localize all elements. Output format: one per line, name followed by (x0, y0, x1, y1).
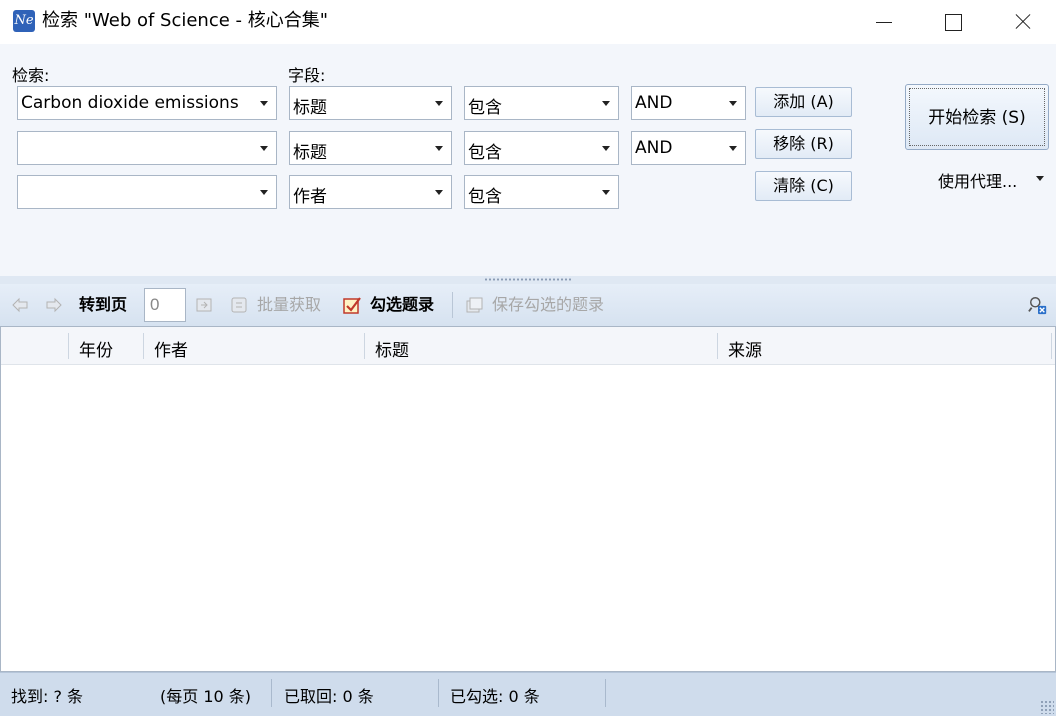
use-proxy-button[interactable]: 使用代理... (938, 168, 1017, 192)
per-page-count: (每页 10 条) (160, 687, 252, 706)
page-number-input[interactable] (144, 288, 186, 322)
column-year[interactable]: 年份 (79, 336, 113, 361)
field-value: 标题 (293, 98, 327, 118)
resize-grip-icon[interactable] (1040, 700, 1054, 714)
column-author[interactable]: 作者 (154, 336, 188, 361)
field-value: 作者 (293, 187, 327, 207)
toolbar-divider (452, 292, 453, 318)
window-title: 检索 "Web of Science - 核心合集" (42, 10, 329, 31)
field-label: 字段: (288, 66, 326, 85)
splitter-grip-icon[interactable] (484, 278, 572, 281)
start-search-button[interactable]: 开始检索 (S) (905, 84, 1049, 150)
operator-value: AND (635, 93, 673, 113)
status-bar: 找到: ? 条 (每页 10 条) 已取回: 0 条 已勾选: 0 条 (0, 672, 1056, 716)
search-label: 检索: (12, 66, 50, 85)
column-divider[interactable] (717, 333, 718, 359)
chevron-down-icon (602, 146, 610, 151)
chevron-down-icon (435, 101, 443, 106)
match-combo-3[interactable]: 包含 (464, 175, 619, 209)
column-divider[interactable] (1051, 333, 1052, 359)
field-combo-3[interactable]: 作者 (289, 175, 452, 209)
search-panel: 检索: 字段: Carbon dioxide emissions 标题 包含 A… (0, 44, 1056, 276)
search-term-combo-3[interactable] (17, 175, 277, 209)
column-source[interactable]: 来源 (728, 336, 762, 361)
next-page-icon[interactable] (44, 295, 64, 315)
grid-header: 年份 作者 标题 来源 (1, 327, 1055, 365)
batch-fetch-button[interactable]: 批量获取 (257, 294, 321, 316)
column-divider[interactable] (364, 333, 365, 359)
checkbox-checked-icon (343, 297, 361, 314)
match-combo-2[interactable]: 包含 (464, 131, 619, 165)
search-term-combo-1[interactable]: Carbon dioxide emissions (17, 86, 277, 120)
status-divider (605, 679, 606, 707)
field-value: 标题 (293, 143, 327, 163)
save-records-icon (466, 297, 483, 313)
start-search-label: 开始检索 (S) (909, 88, 1045, 146)
chevron-down-icon (260, 190, 268, 195)
column-divider[interactable] (68, 333, 69, 359)
goto-page-icon[interactable] (194, 295, 214, 315)
first-page-icon[interactable] (10, 295, 30, 315)
match-value: 包含 (468, 98, 502, 118)
chevron-down-icon (602, 190, 610, 195)
operator-value: AND (635, 138, 673, 158)
field-combo-2[interactable]: 标题 (289, 131, 452, 165)
retrieved-count: 已取回: 0 条 (284, 687, 374, 706)
search-term-value: Carbon dioxide emissions (21, 93, 239, 113)
check-records-button[interactable]: 勾选题录 (370, 294, 434, 316)
maximize-button[interactable] (917, 0, 987, 44)
goto-page-label: 转到页 (79, 295, 128, 314)
match-value: 包含 (468, 187, 502, 207)
match-value: 包含 (468, 143, 502, 163)
chevron-down-icon (260, 101, 268, 106)
chevron-down-icon (729, 146, 737, 151)
status-divider (438, 679, 439, 707)
clear-button[interactable]: 清除 (C) (755, 171, 852, 201)
save-checked-button[interactable]: 保存勾选的题录 (492, 294, 604, 316)
search-term-combo-2[interactable] (17, 131, 277, 165)
close-button[interactable] (986, 0, 1056, 44)
splitter[interactable] (0, 276, 1056, 284)
checked-count: 已勾选: 0 条 (450, 687, 540, 706)
app-icon: Ne (13, 10, 35, 32)
found-count: 找到: ? 条 (11, 687, 84, 706)
results-grid[interactable]: 年份 作者 标题 来源 (0, 326, 1056, 672)
column-title[interactable]: 标题 (375, 336, 409, 361)
remove-row-button[interactable]: 移除 (R) (755, 129, 852, 159)
match-combo-1[interactable]: 包含 (464, 86, 619, 120)
operator-combo-2[interactable]: AND (631, 131, 746, 165)
minimize-button[interactable] (848, 0, 918, 44)
field-combo-1[interactable]: 标题 (289, 86, 452, 120)
status-divider (271, 679, 272, 707)
title-bar: Ne 检索 "Web of Science - 核心合集" (0, 0, 1056, 44)
clear-search-icon[interactable] (1028, 295, 1048, 315)
chevron-down-icon (602, 101, 610, 106)
chevron-down-icon (435, 190, 443, 195)
add-row-button[interactable]: 添加 (A) (755, 87, 852, 117)
column-divider[interactable] (143, 333, 144, 359)
chevron-down-icon[interactable] (1036, 176, 1044, 181)
operator-combo-1[interactable]: AND (631, 86, 746, 120)
chevron-down-icon (435, 146, 443, 151)
chevron-down-icon (260, 146, 268, 151)
chevron-down-icon (729, 101, 737, 106)
batch-download-icon (231, 297, 247, 313)
